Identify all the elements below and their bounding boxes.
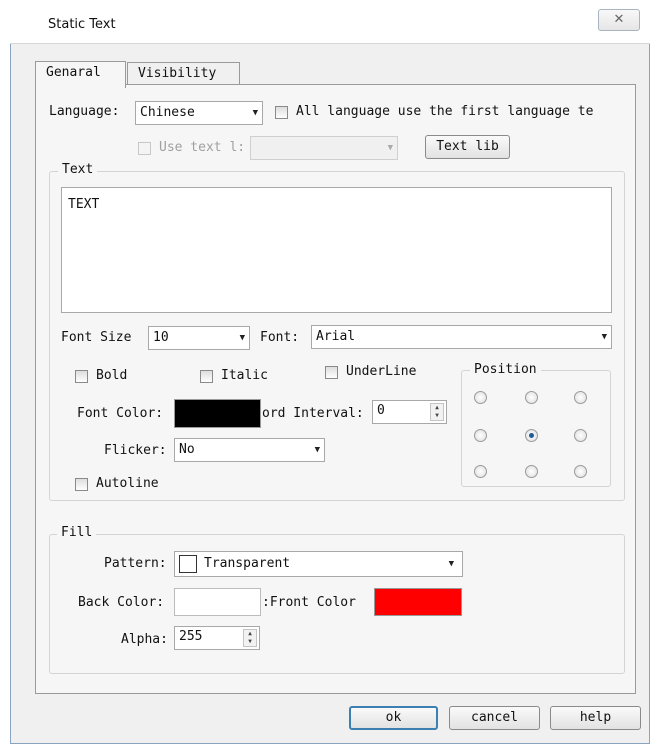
language-label: Language: — [49, 104, 120, 119]
chevron-down-icon: ▼ — [601, 332, 607, 342]
alpha-label: Alpha: — [121, 632, 168, 647]
text-group-title: Text — [58, 162, 98, 177]
fill-group-title: Fill — [57, 525, 97, 540]
autoline-checkbox[interactable] — [75, 478, 88, 491]
font-color-swatch[interactable] — [174, 399, 261, 428]
position-title: Position — [470, 362, 541, 377]
pattern-label: Pattern: — [104, 556, 167, 571]
position-bottom-left-radio[interactable] — [474, 465, 487, 478]
bold-checkbox[interactable] — [75, 370, 88, 383]
help-button[interactable]: help — [550, 706, 641, 730]
ok-button[interactable]: ok — [349, 706, 438, 730]
font-value: Arial — [316, 329, 356, 344]
position-top-left-radio[interactable] — [474, 391, 487, 404]
pattern-preview-icon — [179, 555, 197, 573]
close-icon[interactable]: ✕ — [598, 9, 640, 31]
spinner-arrows-icon[interactable]: ▲ ▼ — [430, 403, 444, 421]
alpha-spinner[interactable]: 255 ▲ ▼ — [174, 626, 260, 650]
tab-visibility[interactable]: Visibility — [127, 62, 240, 86]
language-select[interactable]: Chinese ▼ — [135, 101, 263, 125]
chevron-down-icon: ▼ — [448, 559, 454, 569]
text-lib-select[interactable]: ▼ — [250, 136, 398, 160]
position-bottom-right-radio[interactable] — [574, 465, 587, 478]
cancel-button[interactable]: cancel — [449, 706, 540, 730]
text-content-value: TEXT — [68, 197, 100, 212]
word-interval-spinner[interactable]: 0 ▲ ▼ — [372, 400, 447, 424]
font-select[interactable]: Arial ▼ — [311, 325, 612, 349]
use-text-lib-label: Use text l: — [159, 140, 246, 155]
autoline-label: Autoline — [96, 476, 159, 491]
language-select-value: Chinese — [140, 105, 195, 120]
all-language-checkbox[interactable] — [275, 106, 288, 119]
tab-general-label: Genaral — [46, 65, 101, 80]
position-top-right-radio[interactable] — [574, 391, 587, 404]
back-color-label: Back Color: — [78, 595, 165, 610]
all-language-label: All language use the first language te — [296, 104, 594, 119]
pattern-value: Transparent — [204, 556, 291, 571]
spinner-arrows-icon[interactable]: ▲ ▼ — [243, 629, 257, 647]
chevron-down-icon: ▼ — [252, 108, 258, 118]
front-color-label: Front Color: — [262, 595, 356, 610]
font-color-label: Font Color: — [77, 406, 164, 421]
position-top-center-radio[interactable] — [525, 391, 538, 404]
position-middle-center-radio[interactable] — [525, 429, 538, 442]
use-text-lib-checkbox[interactable] — [138, 142, 151, 155]
font-size-select[interactable]: 10 ▼ — [148, 326, 250, 350]
tab-general[interactable]: Genaral — [35, 61, 126, 88]
pattern-select[interactable]: Transparent ▼ — [174, 551, 463, 577]
bold-label: Bold — [96, 368, 128, 383]
font-label: Font: — [260, 330, 300, 345]
flicker-label: Flicker: — [104, 443, 167, 458]
alpha-value: 255 — [179, 629, 203, 644]
chevron-down-icon: ▼ — [239, 333, 245, 343]
position-bottom-center-radio[interactable] — [525, 465, 538, 478]
underline-checkbox[interactable] — [325, 366, 338, 379]
flicker-select[interactable]: No ▼ — [174, 438, 325, 462]
text-lib-button[interactable]: Text lib — [425, 135, 510, 159]
position-middle-right-radio[interactable] — [574, 429, 587, 442]
chevron-down-icon: ▼ — [387, 143, 393, 153]
font-size-label: Font Size — [61, 330, 132, 345]
front-color-swatch[interactable] — [374, 588, 462, 616]
position-middle-left-radio[interactable] — [474, 429, 487, 442]
word-interval-label: ord Interval: — [262, 406, 364, 421]
italic-label: Italic — [221, 368, 268, 383]
flicker-value: No — [179, 442, 195, 457]
window-title: Static Text — [48, 17, 116, 32]
chevron-down-icon: ▼ — [314, 445, 320, 455]
text-content-area[interactable]: TEXT — [61, 187, 612, 313]
tab-visibility-label: Visibility — [138, 66, 217, 81]
back-color-swatch[interactable] — [174, 588, 261, 616]
italic-checkbox[interactable] — [200, 370, 213, 383]
underline-label: UnderLine — [346, 364, 417, 379]
font-size-value: 10 — [153, 330, 169, 345]
word-interval-value: 0 — [377, 403, 385, 418]
